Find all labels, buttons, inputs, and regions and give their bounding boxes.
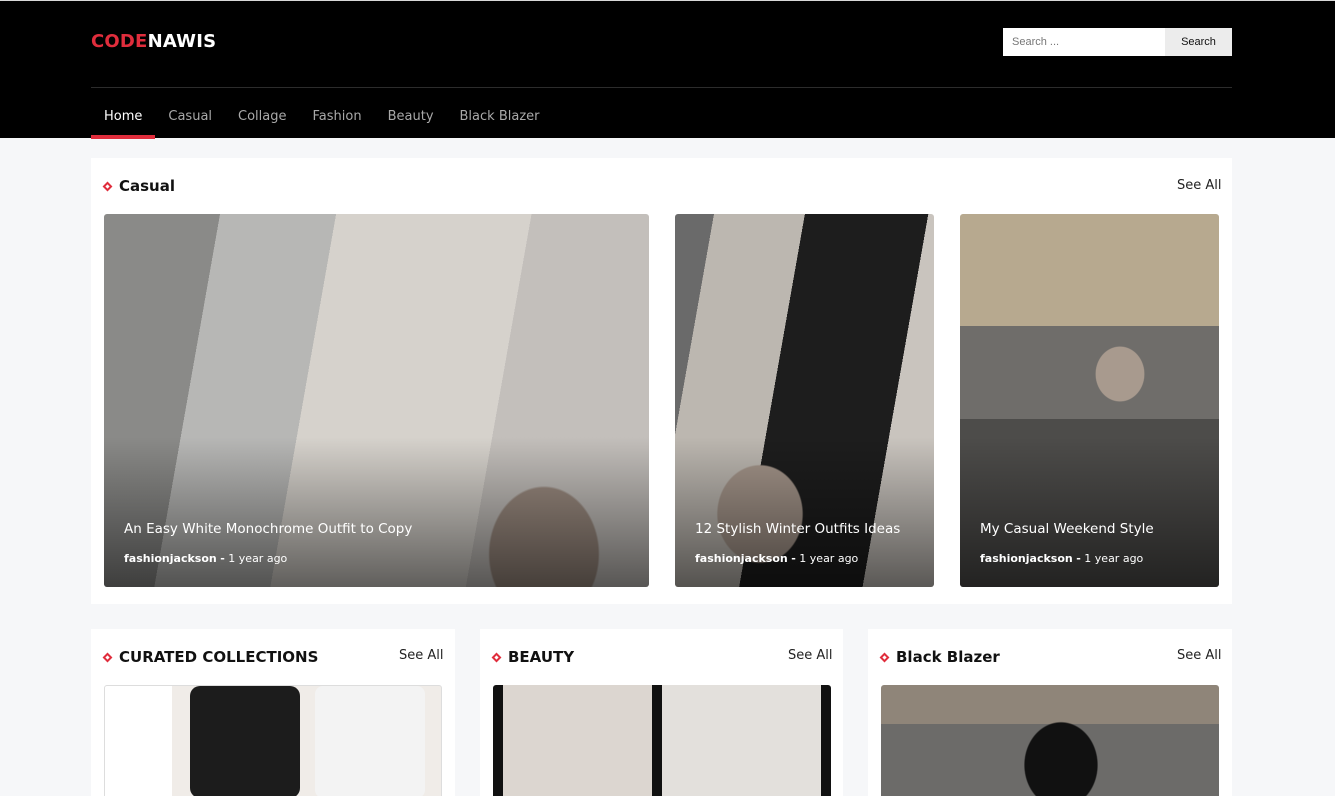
post-time: 1 year ago [228, 552, 288, 565]
curated-collections-section: CURATED COLLECTIONS See All [91, 629, 455, 796]
section-diamond-icon [102, 181, 113, 191]
nav-item-casual[interactable]: Casual [155, 88, 225, 139]
casual-section-header: Casual [102, 177, 176, 195]
post-separator: - [791, 552, 796, 565]
search-button[interactable]: Search [1165, 28, 1232, 56]
site-header: CODENAWIS Search Home Casual Collage Fas… [0, 0, 1335, 139]
post-separator: - [1076, 552, 1081, 565]
section-header: Black Blazer [879, 648, 1000, 666]
section-title: BEAUTY [508, 648, 575, 666]
post-meta: fashionjackson - 1 year ago [980, 552, 1143, 565]
casual-section: Casual See All An Easy White Monochrome … [91, 158, 1232, 604]
post-meta: fashionjackson - 1 year ago [695, 552, 858, 565]
post-time: 1 year ago [1084, 552, 1144, 565]
see-all-link[interactable]: See All [1177, 648, 1222, 663]
post-thumbnail[interactable] [493, 685, 831, 796]
post-author[interactable]: fashionjackson [980, 552, 1073, 565]
section-diamond-icon [879, 652, 890, 662]
post-card[interactable]: My Casual Weekend Style fashionjackson -… [960, 214, 1219, 587]
logo-part-2: NAWIS [147, 31, 217, 52]
site-logo[interactable]: CODENAWIS [91, 31, 216, 52]
section-title: CURATED COLLECTIONS [119, 648, 319, 666]
post-title[interactable]: An Easy White Monochrome Outfit to Copy [124, 521, 412, 537]
section-header: BEAUTY [491, 648, 575, 666]
post-card[interactable]: 12 Stylish Winter Outfits Ideas fashionj… [675, 214, 934, 587]
nav-item-beauty[interactable]: Beauty [375, 88, 447, 139]
beauty-section: BEAUTY See All [480, 629, 843, 796]
nav-item-home[interactable]: Home [91, 88, 156, 139]
nav-item-fashion[interactable]: Fashion [300, 88, 375, 139]
see-all-link[interactable]: See All [399, 648, 444, 663]
post-separator: - [220, 552, 225, 565]
post-title[interactable]: My Casual Weekend Style [980, 521, 1154, 537]
search-form: Search [1003, 28, 1232, 56]
post-author[interactable]: fashionjackson [695, 552, 788, 565]
section-title: Black Blazer [896, 648, 1000, 666]
post-card[interactable]: An Easy White Monochrome Outfit to Copy … [104, 214, 649, 587]
post-time: 1 year ago [799, 552, 859, 565]
logo-part-1: CODE [91, 31, 148, 52]
post-author[interactable]: fashionjackson [124, 552, 217, 565]
black-blazer-section: Black Blazer See All [868, 629, 1232, 796]
see-all-link[interactable]: See All [1177, 178, 1222, 193]
post-title[interactable]: 12 Stylish Winter Outfits Ideas [695, 521, 900, 537]
post-thumbnail[interactable] [881, 685, 1219, 796]
section-header: CURATED COLLECTIONS [102, 648, 319, 666]
section-diamond-icon [102, 652, 113, 662]
see-all-link[interactable]: See All [788, 648, 833, 663]
post-meta: fashionjackson - 1 year ago [124, 552, 287, 565]
post-thumbnail[interactable] [104, 685, 442, 796]
nav-item-black-blazer[interactable]: Black Blazer [447, 88, 553, 139]
section-diamond-icon [491, 652, 502, 662]
search-input[interactable] [1003, 28, 1165, 56]
main-nav: Home Casual Collage Fashion Beauty Black… [91, 88, 552, 139]
section-title: Casual [119, 177, 176, 195]
nav-item-collage[interactable]: Collage [225, 88, 299, 139]
